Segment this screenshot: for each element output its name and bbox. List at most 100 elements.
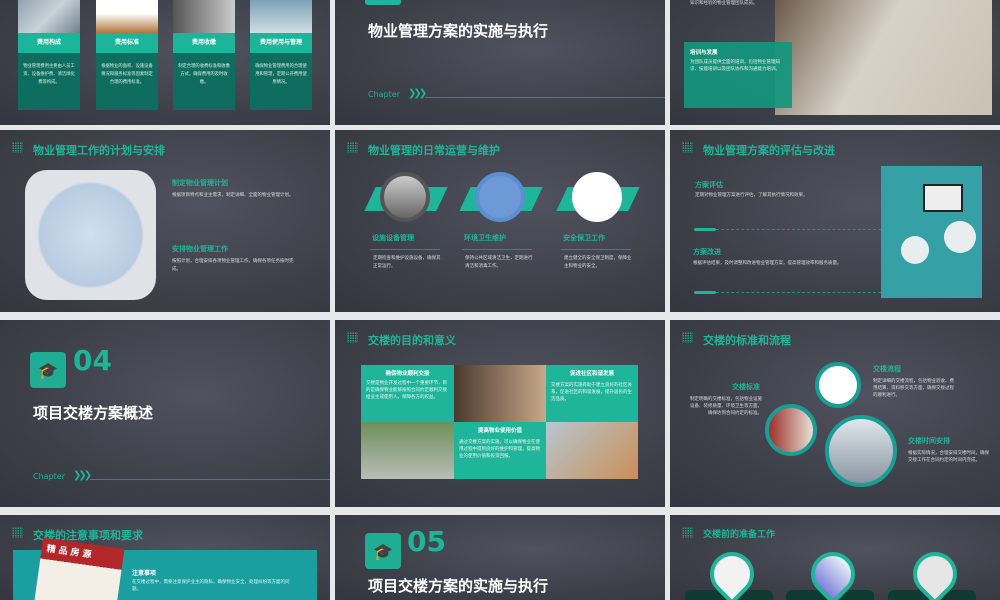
accent-bar	[694, 228, 716, 231]
cleaning-image	[475, 172, 525, 222]
section-title: 项目交楼方案的实施与执行	[368, 577, 549, 595]
dots-icon	[682, 527, 693, 538]
item-heading: 注意事项	[132, 570, 157, 577]
section-title: 项目交楼方案概述	[33, 404, 154, 422]
slide-title: 物业管理工作的计划与安排	[33, 144, 165, 157]
item-text: 在交楼过程中，需要注意保护业主的隐私，确保物业安全，处理纠纷等方面的问题。	[132, 580, 290, 592]
card-title: 促进社区和谐发展	[569, 371, 614, 377]
graduation-cap-icon: 🎓	[365, 533, 401, 569]
gear-icon	[944, 221, 976, 253]
dots-icon	[12, 527, 23, 538]
item-text: 建立健全的安全保卫制度，保障业主和物业的安全。	[564, 256, 632, 269]
accent-bar	[694, 291, 716, 294]
item-heading: 安排物业管理工作	[172, 245, 228, 253]
slide-training[interactable]: 知识和经验的物业管理团队成员。 培训与发展 为团队成员提供全面的培训，包括物业管…	[670, 0, 1000, 125]
item-heading: 方案评估	[695, 181, 723, 189]
slide-fee-cards[interactable]: 费用构成 物业管理费用主要由人员工资、设备维护费、清洁绿化费等构成。 费用标准 …	[0, 0, 330, 125]
purpose-card: 提高物业使用价值 通过交楼方案的实施，可以确保物业在使用过程中得到良好的维护和管…	[454, 422, 546, 479]
slide-precautions[interactable]: 交楼的注意事项和要求 精品房源 注意事项 在交楼过程中，需要注意保护业主的隐私，…	[0, 515, 330, 600]
item-text: 制定详细的交楼流程，包括物业验收、费用结算、资料移交等方面，确保交接过程的顺利进…	[873, 379, 954, 398]
card-text: 物业管理费用主要由人员工资、设备维护费、清洁绿化费等构成。	[18, 53, 80, 110]
slide-title: 交楼的标准和流程	[703, 334, 791, 347]
card-image	[96, 0, 158, 33]
card-text: 通过交楼方案的实施，可以确保物业在使用过程中得到良好的维护和管理，提高物业的使用…	[459, 440, 540, 459]
teamwork-illustration	[881, 166, 982, 298]
card-text: 确保物业管理费用的合理使用和管理，定期公开费用使用情况。	[250, 53, 312, 110]
card-text: 交楼是物业开发过程中一个重要环节，目的是确保物业能够按照合同约定顺利交接给业主或…	[366, 381, 447, 400]
item-text: 定期对物业管理方案进行评估，了解其执行情况和效果。	[695, 193, 808, 198]
slide-standards[interactable]: 交楼的标准和流程 交楼标准 制定明确的交楼标准，包括物业设施设备、装修质量、环境…	[670, 320, 1000, 507]
divider	[716, 229, 881, 230]
slide-title: 交楼前的准备工作	[703, 530, 776, 540]
slide-section-implementation[interactable]: 物业管理方案的实施与执行 Chapter ❯❯❯	[335, 0, 665, 125]
slide-planning[interactable]: 物业管理工作的计划与安排 制定物业管理计划 根据项目特点和业主需求，制定详细、全…	[0, 130, 330, 312]
community-photo	[361, 422, 454, 479]
doorway-photo	[454, 365, 546, 422]
card-title: 费用使用与管理	[250, 33, 312, 53]
card-title: 确保物业顺利交接	[385, 371, 430, 377]
slide-title: 物业管理的日常运营与维护	[368, 144, 500, 157]
purpose-card: 促进社区和谐发展 交楼方案的实施有助于建立良好的社区关系，促进社区的和谐发展，提…	[546, 365, 638, 422]
section-title: 物业管理方案的实施与执行	[368, 22, 549, 40]
purpose-card: 确保物业顺利交接 交楼是物业开发过程中一个重要环节，目的是确保物业能够按照合同约…	[361, 365, 454, 422]
slide-title: 交楼的目的和意义	[368, 334, 456, 347]
divider	[425, 97, 665, 98]
item-heading: 交楼时间安排	[908, 437, 950, 445]
item-heading: 方案改进	[693, 248, 721, 256]
section-icon-box	[365, 0, 401, 5]
item-text: 定期检查和维护设施设备，确保其正常运行。	[373, 256, 441, 269]
item-text: 根据项目特点和业主需求，制定详细、全面的物业管理计划。	[172, 193, 294, 198]
item-text: 根据实际情况，合理安排交楼时间，确保交接工作在合同约定的时间内完成。	[908, 451, 989, 463]
item-heading: 交楼标准	[732, 383, 760, 391]
box-title: 培训与发展	[690, 50, 718, 56]
divider	[462, 249, 532, 250]
slide-section-04[interactable]: 🎓 04 项目交楼方案概述 Chapter ❯❯❯	[0, 320, 330, 507]
slide-preparation[interactable]: 交楼前的准备工作	[670, 515, 1000, 600]
card-title: 费用收缴	[173, 33, 235, 53]
chapter-label: Chapter	[33, 472, 65, 481]
dots-icon	[12, 142, 23, 153]
item-heading: 安全保卫工作	[563, 234, 605, 242]
dots-icon	[347, 332, 358, 343]
dots-icon	[682, 142, 693, 153]
item-heading: 制定物业管理计划	[172, 179, 228, 187]
process-image	[815, 362, 861, 408]
card-title: 提高物业使用价值	[477, 428, 522, 434]
chapter-label: Chapter	[368, 90, 400, 99]
box-text: 为团队成员提供全面的培训，包括物业管理知识、技能培训以及团队协作和沟通能力培训。	[690, 60, 780, 72]
card-text: 交楼方案的实施有助于建立良好的社区关系，促进社区的和谐发展，提升居民的生活品质。	[551, 383, 632, 402]
section-number: 05	[407, 525, 446, 558]
item-text: 按照计划，合理安排各项物业管理工作，确保各项任务按时完成。	[172, 259, 294, 272]
card-text: 根据物业的面积、设施设备情况和服务标准等因素制定合理的费用标准。	[96, 53, 158, 110]
slide-purpose[interactable]: 交楼的目的和意义 确保物业顺利交接 交楼是物业开发过程中一个重要环节，目的是确保…	[335, 320, 665, 507]
card-image	[250, 0, 312, 33]
listing-photo: 精品房源	[33, 537, 125, 600]
card-image	[18, 0, 80, 33]
item-text: 保持公共区域清洁卫生，定期进行清洁和消毒工作。	[465, 256, 533, 269]
item-text: 制定明确的交楼标准，包括物业设施设备、装修质量、环境卫生等方面，确保达到合同约定…	[690, 397, 762, 416]
chevron-right-icon: ❯❯❯	[408, 88, 427, 99]
item-heading: 设施设备管理	[372, 234, 414, 242]
dots-icon	[347, 142, 358, 153]
divider	[370, 249, 440, 250]
item-text: 根据评估结果，及时调整和改进物业管理方案，提高管理效率和服务质量。	[693, 261, 842, 266]
card-text: 制定合理的收费标准和收缴方式，确保费用的及时收缴。	[173, 53, 235, 110]
section-number: 04	[73, 344, 112, 377]
facility-image	[380, 172, 430, 222]
standard-image	[765, 404, 817, 456]
item-heading: 环境卫生维护	[464, 234, 506, 242]
slide-title: 物业管理方案的评估与改进	[703, 144, 835, 157]
card-title: 费用构成	[18, 33, 80, 53]
graduation-cap-icon: 🎓	[30, 352, 66, 388]
meeting-illustration	[546, 422, 638, 479]
slide-section-05[interactable]: 🎓 05 项目交楼方案的实施与执行	[335, 515, 665, 600]
training-box: 培训与发展 为团队成员提供全面的培训，包括物业管理知识、技能培训以及团队协作和沟…	[684, 42, 792, 108]
divider	[90, 479, 330, 480]
slide-evaluation[interactable]: 物业管理方案的评估与改进 方案评估 定期对物业管理方案进行评估，了解其执行情况和…	[670, 130, 1000, 312]
team-illustration	[25, 170, 156, 300]
divider	[716, 292, 881, 293]
slide-operations[interactable]: 物业管理的日常运营与维护 设施设备管理 定期检查和维护设施设备，确保其正常运行。…	[335, 130, 665, 312]
training-photo	[775, 0, 992, 115]
chart-board-icon	[923, 184, 963, 212]
card-image	[173, 0, 235, 33]
